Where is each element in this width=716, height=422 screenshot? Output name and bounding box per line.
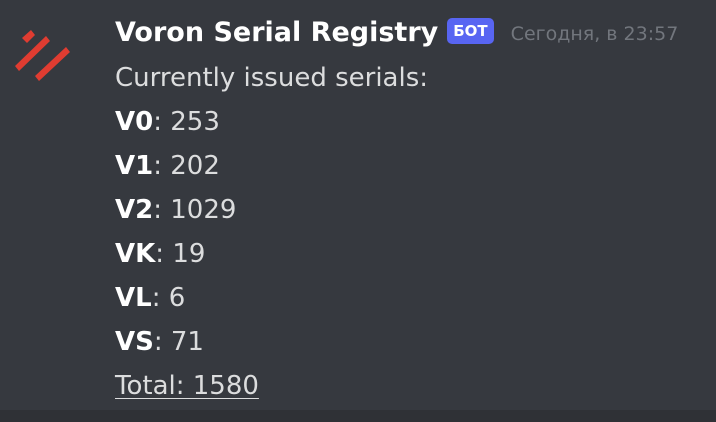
serial-count: 202: [170, 151, 220, 181]
serial-model: VL: [115, 283, 152, 313]
chat-message: Voron Serial Registry БОТ Сегодня, в 23:…: [0, 0, 716, 422]
voron-logo-svg: [15, 30, 70, 81]
serial-model: V1: [115, 151, 154, 181]
serial-separator: :: [151, 283, 169, 313]
serial-separator: :: [155, 239, 173, 269]
intro-line: Currently issued serials:: [115, 63, 429, 93]
serial-count: 71: [170, 327, 204, 357]
serial-line-v1: V1: 202: [115, 144, 706, 188]
serial-count: 19: [172, 239, 206, 269]
message-timestamp[interactable]: Сегодня, в 23:57: [511, 23, 679, 45]
serial-separator: :: [153, 327, 171, 357]
serial-line-v0: V0: 253: [115, 100, 706, 144]
serial-count: 1029: [170, 195, 237, 225]
serial-line-vs: VS: 71: [115, 320, 706, 364]
serial-count: 6: [168, 283, 186, 313]
logo-stripe-middle: [15, 36, 50, 71]
serial-line-v2: V2: 1029: [115, 188, 706, 232]
total-text: Total: 1580: [115, 371, 259, 401]
serial-model: V0: [115, 107, 154, 137]
message-content: Voron Serial Registry БОТ Сегодня, в 23:…: [115, 8, 706, 408]
bottom-divider: [0, 410, 716, 422]
serial-model: VS: [115, 327, 154, 357]
voron-logo-icon[interactable]: [8, 20, 80, 92]
total-line: Total: 1580: [115, 364, 706, 408]
serial-model: V2: [115, 195, 154, 225]
serial-line-vl: VL: 6: [115, 276, 706, 320]
serial-separator: :: [153, 195, 171, 225]
serial-count: 253: [170, 107, 220, 137]
serial-line-vk: VK: 19: [115, 232, 706, 276]
logo-stripe-small: [22, 30, 35, 43]
serial-separator: :: [153, 107, 171, 137]
logo-stripe-long: [35, 47, 70, 81]
author-name[interactable]: Voron Serial Registry: [115, 17, 438, 48]
serial-model: VK: [115, 239, 156, 269]
message-header: Voron Serial Registry БОТ Сегодня, в 23:…: [115, 8, 706, 56]
bot-badge: БОТ: [447, 18, 494, 44]
serial-separator: :: [153, 151, 171, 181]
message-body: Currently issued serials: V0: 253 V1: 20…: [115, 56, 706, 408]
